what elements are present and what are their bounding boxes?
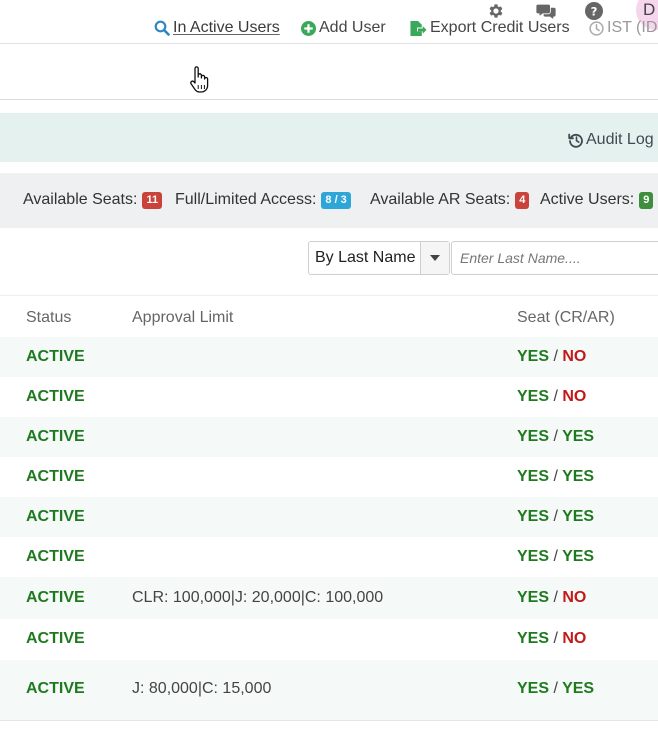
seat-ar-value: NO: [562, 589, 587, 606]
search-icon: [154, 20, 170, 36]
seat-separator: /: [553, 388, 558, 405]
seat-ar-value: NO: [562, 388, 587, 405]
seat-cell: YES / YES: [517, 428, 594, 446]
seat-cell: YES / YES: [517, 468, 594, 486]
seat-ar-value: YES: [562, 428, 595, 445]
seat-separator: /: [553, 428, 558, 445]
seat-separator: /: [553, 348, 558, 365]
active-users-badge: 9: [639, 191, 654, 209]
add-user-label: Add User: [319, 19, 386, 36]
table-row[interactable]: ACTIVE J: 80,000|C: 15,000 YES / YES: [0, 660, 658, 720]
table-row[interactable]: ACTIVE CLR: 100,000|J: 20,000|C: 100,000…: [0, 577, 658, 619]
table-row[interactable]: ACTIVE YES / YES: [0, 417, 658, 457]
status-cell: ACTIVE: [26, 428, 85, 445]
status-cell: ACTIVE: [26, 468, 85, 485]
seat-separator: /: [553, 680, 558, 697]
seat-cr-value: YES: [517, 589, 550, 606]
seat-ar-value: YES: [562, 468, 595, 485]
approval-limit-cell: J: 80,000|C: 15,000: [132, 680, 272, 697]
seat-ar-value: YES: [562, 508, 595, 525]
table-row[interactable]: ACTIVE YES / YES: [0, 537, 658, 577]
plus-circle-icon: [301, 20, 316, 36]
clock-icon: [589, 20, 604, 36]
last-name-search-input[interactable]: [451, 241, 658, 275]
available-seats-stat: Available Seats: 11: [23, 190, 163, 210]
full-limited-access-badge: 8 / 3: [321, 191, 351, 209]
seat-ar-value: NO: [562, 348, 587, 365]
action-bar: [0, 45, 658, 100]
seat-cell: YES / YES: [517, 680, 594, 698]
available-seats-badge: 11: [142, 191, 163, 209]
seat-ar-value: NO: [562, 630, 587, 647]
seat-cr-value: YES: [517, 680, 550, 697]
table-row[interactable]: ACTIVE YES / YES: [0, 497, 658, 537]
history-icon: [568, 132, 584, 148]
seat-separator: /: [553, 548, 558, 565]
seat-cr-value: YES: [517, 508, 550, 525]
audit-log-label: Audit Log: [586, 131, 654, 148]
status-cell: ACTIVE: [26, 680, 85, 697]
active-users-stat: Active Users: 9: [540, 190, 654, 210]
seat-cell: YES / NO: [517, 348, 586, 366]
available-ar-seats-stat: Available AR Seats: 4: [370, 190, 530, 210]
seat-cell: YES / NO: [517, 630, 586, 648]
seat-cr-value: YES: [517, 468, 550, 485]
full-limited-access-label: Full/Limited Access:: [175, 191, 317, 208]
status-cell: ACTIVE: [26, 589, 85, 606]
status-cell: ACTIVE: [26, 548, 85, 565]
column-header-seat[interactable]: Seat (CR/AR): [517, 309, 615, 327]
approval-limit-cell: CLR: 100,000|J: 20,000|C: 100,000: [132, 589, 384, 606]
active-users-label: Active Users:: [540, 191, 635, 208]
available-seats-label: Available Seats:: [23, 191, 138, 208]
status-cell: ACTIVE: [26, 508, 85, 525]
export-credit-users-label: Export Credit Users: [430, 19, 570, 36]
inactive-users-label: In Active Users: [173, 19, 280, 36]
export-credit-users-button[interactable]: Export Credit Users: [409, 17, 570, 39]
timezone-indicator[interactable]: IST (IDT: [589, 17, 658, 39]
status-cell: ACTIVE: [26, 630, 85, 647]
column-header-approval-limit[interactable]: Approval Limit: [132, 309, 233, 327]
seat-cr-value: YES: [517, 348, 550, 365]
inactive-users-link[interactable]: In Active Users: [154, 17, 280, 39]
seat-cell: YES / NO: [517, 589, 586, 607]
seat-cell: YES / YES: [517, 508, 594, 526]
hand-cursor-icon: [189, 66, 209, 99]
seat-cr-value: YES: [517, 630, 550, 647]
audit-log-link[interactable]: Audit Log: [568, 131, 654, 149]
seat-separator: /: [553, 589, 558, 606]
caret-down-icon[interactable]: [420, 242, 449, 274]
audit-band: [0, 113, 658, 162]
status-cell: ACTIVE: [26, 348, 85, 365]
sort-by-value: By Last Name: [315, 249, 416, 266]
seat-ar-value: YES: [562, 548, 595, 565]
table-divider: [0, 720, 658, 721]
seat-cell: YES / NO: [517, 388, 586, 406]
seat-separator: /: [553, 508, 558, 525]
table-row[interactable]: ACTIVE YES / NO: [0, 337, 658, 377]
available-ar-seats-badge: 4: [515, 191, 530, 209]
seat-separator: /: [553, 468, 558, 485]
seat-ar-value: YES: [562, 680, 595, 697]
column-header-status[interactable]: Status: [26, 309, 71, 327]
full-limited-access-stat: Full/Limited Access: 8 / 3: [175, 190, 351, 210]
seat-cr-value: YES: [517, 428, 550, 445]
sort-by-select[interactable]: By Last Name: [308, 241, 450, 275]
table-row[interactable]: ACTIVE YES / YES: [0, 457, 658, 497]
seat-cell: YES / YES: [517, 548, 594, 566]
add-user-button[interactable]: Add User: [301, 17, 386, 39]
table-row[interactable]: ACTIVE YES / NO: [0, 619, 658, 660]
seat-separator: /: [553, 630, 558, 647]
seat-cr-value: YES: [517, 548, 550, 565]
table-row[interactable]: ACTIVE YES / NO: [0, 377, 658, 417]
file-export-icon: [409, 20, 427, 37]
status-cell: ACTIVE: [26, 388, 85, 405]
available-ar-seats-label: Available AR Seats:: [370, 191, 511, 208]
timezone-label: IST (IDT: [607, 19, 658, 36]
seat-cr-value: YES: [517, 388, 550, 405]
